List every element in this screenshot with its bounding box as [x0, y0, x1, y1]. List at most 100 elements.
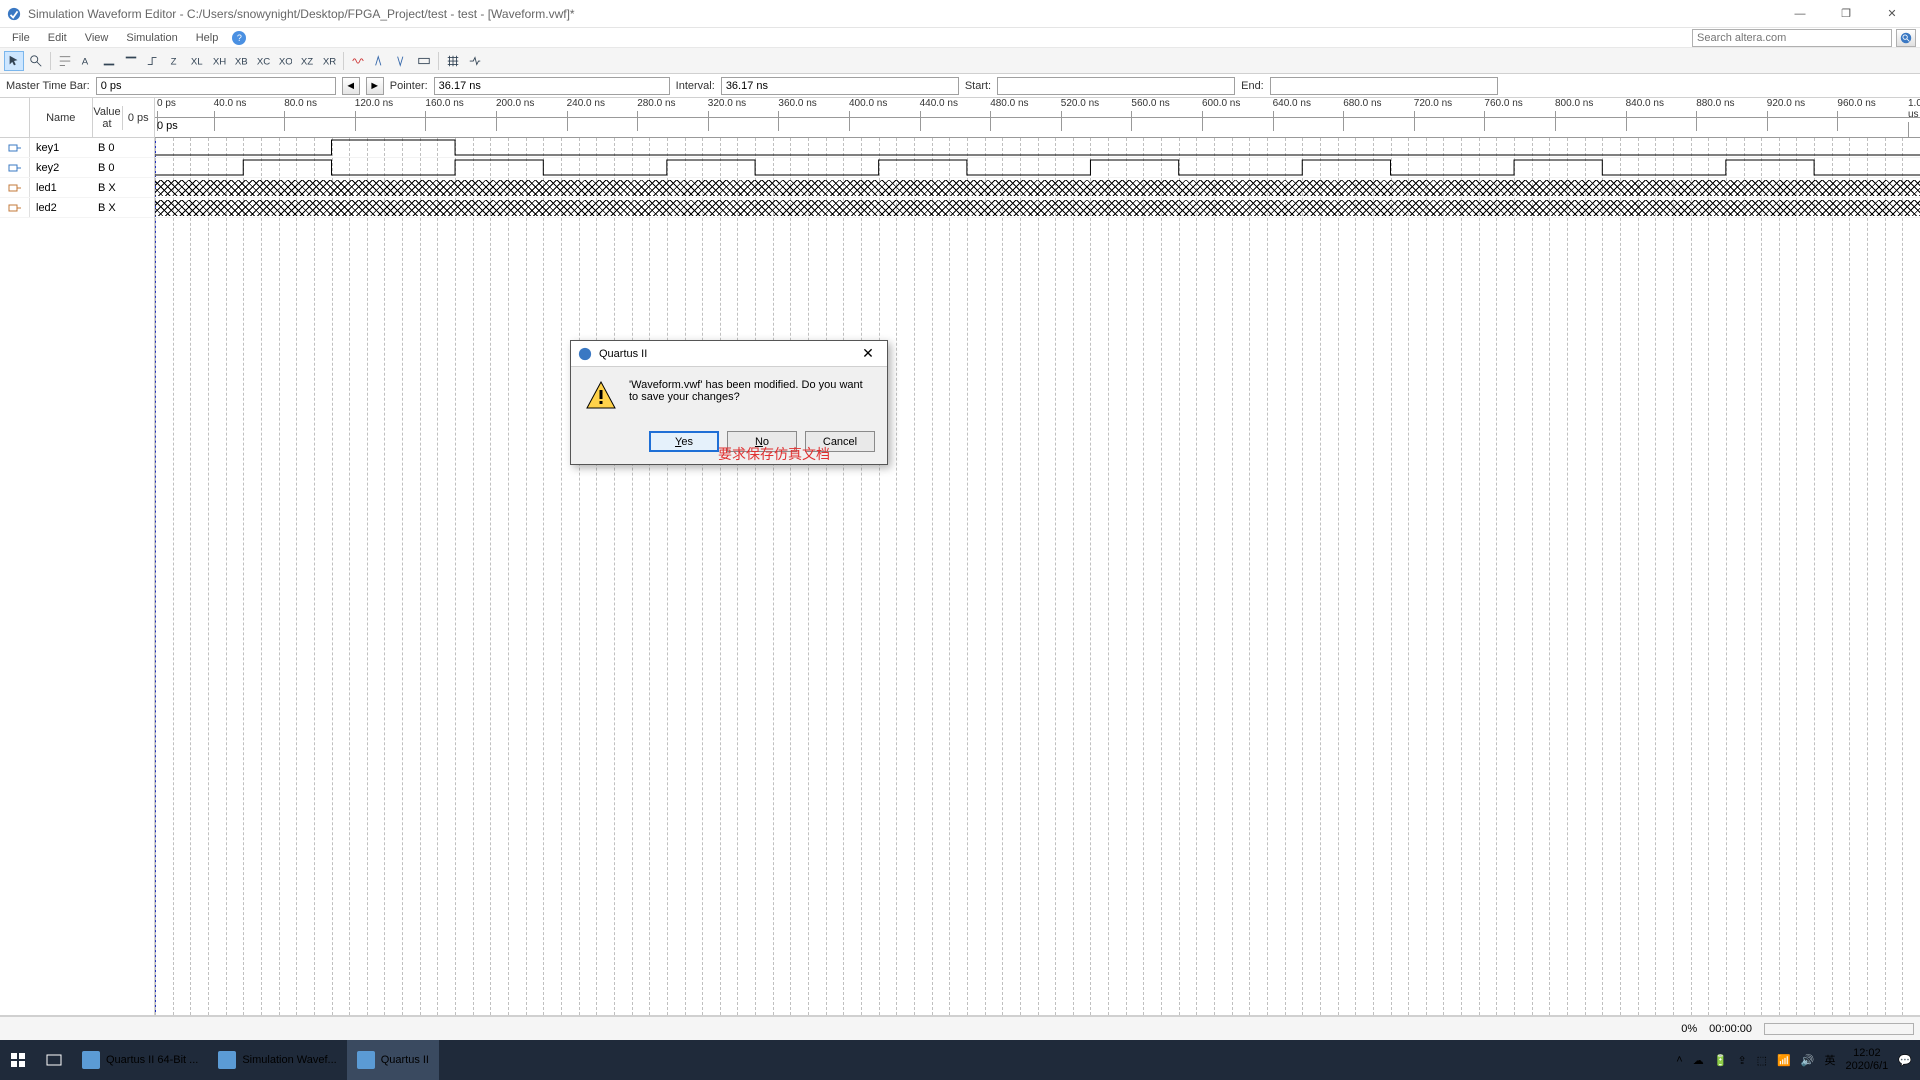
tool-bus[interactable]: [414, 51, 434, 71]
menu-simulation[interactable]: Simulation: [118, 30, 185, 46]
tray-notifications-icon[interactable]: 💬: [1898, 1054, 1912, 1067]
tool-xo[interactable]: XO: [275, 51, 295, 71]
maximize-button[interactable]: ❐: [1824, 0, 1868, 28]
master-time-label: Master Time Bar:: [6, 80, 90, 92]
tray-usb-icon[interactable]: ⇪: [1737, 1054, 1746, 1067]
search-input[interactable]: [1692, 29, 1892, 47]
taskbar-app-0[interactable]: Quartus II 64-Bit ...: [72, 1040, 208, 1080]
titlebar: Simulation Waveform Editor - C:/Users/sn…: [0, 0, 1920, 28]
tool-xc[interactable]: XC: [253, 51, 273, 71]
tool-xb[interactable]: XB: [231, 51, 251, 71]
tool-xz[interactable]: XZ: [297, 51, 317, 71]
signal-row-led2[interactable]: led2B X: [0, 198, 154, 218]
ruler-tick: 560.0 ns: [1131, 98, 1169, 109]
annotation-text: 要求保存仿真文档: [718, 444, 830, 464]
tray-up-icon[interactable]: ˄: [1676, 1054, 1682, 1066]
tool-timing[interactable]: [465, 51, 485, 71]
start-input[interactable]: [997, 77, 1235, 95]
signal-row-key2[interactable]: key2B 0: [0, 158, 154, 178]
tool-and[interactable]: A: [77, 51, 97, 71]
tray-clock[interactable]: 12:02 2020/6/1: [1845, 1047, 1888, 1073]
ruler-tick: 680.0 ns: [1343, 98, 1381, 109]
window-title: Simulation Waveform Editor - C:/Users/sn…: [28, 7, 1778, 21]
tool-pointer[interactable]: [4, 51, 24, 71]
prev-button[interactable]: ◄: [342, 77, 360, 95]
tool-xh[interactable]: XH: [209, 51, 229, 71]
dialog-yes-button[interactable]: Yes: [649, 431, 719, 452]
signal-row-key1[interactable]: key1B 0: [0, 138, 154, 158]
ruler-tick: 520.0 ns: [1061, 98, 1099, 109]
wave-area[interactable]: [155, 138, 1920, 1015]
end-input[interactable]: [1270, 77, 1498, 95]
ruler-tick: 320.0 ns: [708, 98, 746, 109]
signal-input-icon: [0, 138, 30, 157]
search-button[interactable]: [1896, 29, 1916, 47]
svg-text:A: A: [82, 56, 89, 67]
wave-row[interactable]: [155, 198, 1920, 218]
cursor-row: 0 ps: [155, 118, 1920, 138]
signal-value: B X: [94, 202, 154, 214]
toolbar: A Z XL XH XB XC XO XZ XR: [0, 48, 1920, 74]
wave-row[interactable]: [155, 158, 1920, 178]
tray-network-icon[interactable]: ⬚: [1757, 1054, 1767, 1067]
next-button[interactable]: ►: [366, 77, 384, 95]
ruler-tick: 640.0 ns: [1273, 98, 1311, 109]
signal-name: key1: [30, 142, 94, 154]
ruler-tick: 80.0 ns: [284, 98, 317, 109]
ruler-tick: 920.0 ns: [1767, 98, 1805, 109]
tool-invert[interactable]: [143, 51, 163, 71]
ruler-tick: 160.0 ns: [425, 98, 463, 109]
start-button[interactable]: [0, 1040, 36, 1080]
tool-sort-desc[interactable]: [392, 51, 412, 71]
quartus-icon: [82, 1051, 100, 1069]
tool-sort-asc[interactable]: [370, 51, 390, 71]
signal-output-icon: [0, 178, 30, 197]
tray-ime[interactable]: 英: [1824, 1052, 1835, 1068]
wave-row[interactable]: [155, 138, 1920, 158]
signal-output-icon: [0, 198, 30, 217]
quartus-dialog-icon: [357, 1051, 375, 1069]
tool-force-low[interactable]: [99, 51, 119, 71]
ruler-tick: 600.0 ns: [1202, 98, 1240, 109]
tray-volume-icon[interactable]: 🔊: [1801, 1054, 1815, 1067]
close-button[interactable]: ✕: [1870, 0, 1914, 28]
waveform-pane[interactable]: 0 ps 40.0 ns80.0 ns120.0 ns160.0 ns200.0…: [155, 98, 1920, 1015]
interval-label: Interval:: [676, 80, 715, 92]
help-icon[interactable]: ?: [232, 31, 246, 45]
minimize-button[interactable]: —: [1778, 0, 1822, 28]
status-time: 00:00:00: [1709, 1023, 1752, 1035]
tool-z[interactable]: Z: [165, 51, 185, 71]
tool-cut[interactable]: [55, 51, 75, 71]
tool-force-high[interactable]: [121, 51, 141, 71]
menu-help[interactable]: Help: [188, 30, 227, 46]
system-tray[interactable]: ˄ ☁ 🔋 ⇪ ⬚ 📶 🔊 英 12:02 2020/6/1 💬: [1668, 1047, 1920, 1073]
tray-wifi-icon[interactable]: 📶: [1777, 1054, 1791, 1067]
wave-row[interactable]: [155, 178, 1920, 198]
ruler-tick: 120.0 ns: [355, 98, 393, 109]
taskbar-app-1[interactable]: Simulation Wavef...: [208, 1040, 346, 1080]
interval-input[interactable]: [721, 77, 959, 95]
svg-text:XC: XC: [257, 56, 270, 67]
ruler-tick: 720.0 ns: [1414, 98, 1452, 109]
menubar: File Edit View Simulation Help ?: [0, 28, 1920, 48]
dialog-close-button[interactable]: ✕: [855, 345, 881, 362]
ruler-tick: 960.0 ns: [1837, 98, 1875, 109]
menu-file[interactable]: File: [4, 30, 38, 46]
pointer-input[interactable]: [434, 77, 670, 95]
signal-row-led1[interactable]: led1B X: [0, 178, 154, 198]
menu-view[interactable]: View: [77, 30, 117, 46]
tray-battery-icon[interactable]: 🔋: [1714, 1054, 1728, 1067]
menu-edit[interactable]: Edit: [40, 30, 75, 46]
tray-onedrive-icon[interactable]: ☁: [1693, 1054, 1704, 1067]
taskview-button[interactable]: [36, 1040, 72, 1080]
tool-xr[interactable]: XR: [319, 51, 339, 71]
taskbar-app-2[interactable]: Quartus II: [347, 1040, 439, 1080]
tool-random[interactable]: [348, 51, 368, 71]
tool-zoom[interactable]: [26, 51, 46, 71]
svg-text:XB: XB: [235, 56, 248, 67]
master-time-input[interactable]: [96, 77, 336, 95]
wave-editor-icon: [218, 1051, 236, 1069]
tool-xl[interactable]: XL: [187, 51, 207, 71]
ruler-tick: 760.0 ns: [1484, 98, 1522, 109]
tool-grid[interactable]: [443, 51, 463, 71]
